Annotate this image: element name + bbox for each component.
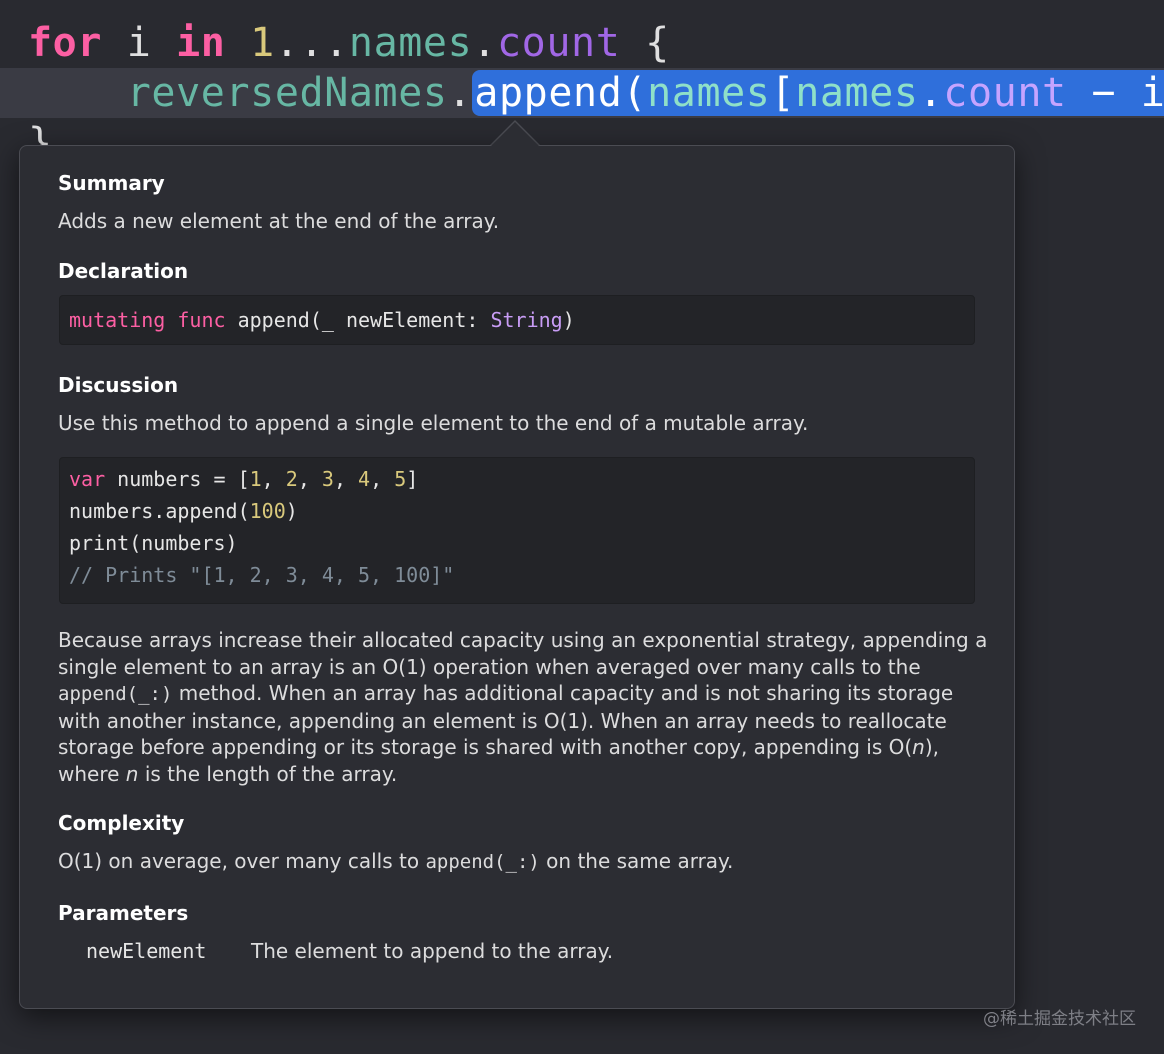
discussion-paragraph-2: Because arrays increase their allocated …: [58, 627, 988, 787]
complexity-heading: Complexity: [58, 811, 185, 835]
paragraph-text: method. When an array has additional cap…: [58, 681, 954, 759]
reversed-names-identifier: reversedNames: [126, 70, 448, 116]
example-text: ): [285, 499, 298, 523]
example-comment: // Prints "[1, 2, 3, 4, 5, 100]": [69, 563, 455, 587]
parameter-row: newElement The element to append to the a…: [86, 939, 613, 963]
example-line-2: numbers.append(100): [69, 495, 965, 527]
complexity-text: O(1) on average, over many calls to appe…: [58, 848, 988, 876]
complexity-text-a: O(1) on average, over many calls to: [58, 849, 426, 873]
names-identifier: names: [647, 70, 771, 116]
dot: .: [472, 20, 497, 66]
string-type: String: [490, 308, 563, 332]
example-line-3: print(numbers): [69, 531, 238, 555]
loop-variable: i: [102, 20, 177, 66]
names-identifier: names: [348, 20, 473, 66]
count-property: count: [943, 70, 1067, 116]
separator: ,: [370, 467, 395, 491]
italic-n: n: [912, 735, 925, 759]
number-literal: 1: [225, 20, 275, 66]
number-literal: 2: [285, 467, 298, 491]
quick-help-popover[interactable]: Summary Adds a new element at the end of…: [19, 145, 1015, 1009]
inline-code-append: append(_:): [425, 851, 540, 873]
dot: .: [918, 70, 944, 116]
bracket-open: [: [770, 70, 796, 116]
example-code-block[interactable]: var numbers = [1, 2, 3, 4, 5] numbers.app…: [59, 457, 975, 604]
separator: ,: [261, 467, 286, 491]
separator: ,: [297, 467, 322, 491]
example-text: numbers.append(: [69, 499, 250, 523]
code-line-1[interactable]: for i in 1...names.count {: [28, 18, 670, 68]
popover-arrow-fill: [491, 122, 539, 146]
declaration-heading: Declaration: [58, 259, 189, 283]
selected-append-call[interactable]: append(names[names.count − i]): [472, 70, 1164, 116]
paragraph-text: Because arrays increase their allocated …: [58, 628, 988, 679]
complexity-text-b: on the same array.: [539, 849, 734, 873]
discussion-heading: Discussion: [58, 373, 179, 397]
keyword-func: func: [177, 308, 226, 332]
bracket-close: ]: [406, 467, 419, 491]
range-operator: ...: [274, 20, 349, 66]
declaration-close: ): [562, 308, 575, 332]
paren-open: (: [622, 70, 648, 116]
declaration-code-block[interactable]: mutating func append(_ newElement: Strin…: [59, 295, 975, 345]
parameters-heading: Parameters: [58, 901, 189, 925]
italic-n: n: [125, 761, 139, 786]
summary-heading: Summary: [58, 171, 165, 195]
discussion-text: Use this method to append a single eleme…: [58, 411, 809, 435]
example-text: numbers = [: [105, 467, 250, 491]
dot: .: [447, 70, 473, 116]
keyword-mutating: mutating: [69, 308, 166, 332]
example-line-1: var numbers = [1, 2, 3, 4, 5]: [69, 463, 965, 495]
count-property: count: [497, 20, 621, 66]
number-literal: 1: [249, 467, 262, 491]
keyword-for: for: [28, 20, 103, 66]
minus-i: − i: [1066, 70, 1164, 116]
code-line-2[interactable]: reversedNames.append(names[names.count −…: [28, 68, 1164, 118]
paragraph-text: is the length of the array.: [138, 761, 398, 786]
keyword-in: in: [176, 20, 226, 66]
number-literal: 5: [394, 467, 407, 491]
inline-code-append: append(_:): [58, 683, 173, 705]
number-literal: 3: [321, 467, 334, 491]
summary-text: Adds a new element at the end of the arr…: [58, 209, 500, 233]
keyword-var: var: [69, 467, 106, 491]
number-literal: 100: [249, 499, 286, 523]
open-brace: {: [620, 20, 670, 66]
names-identifier: names: [795, 70, 919, 116]
number-literal: 4: [358, 467, 371, 491]
parameter-name: newElement: [86, 939, 207, 963]
watermark: @稀土掘金技术社区: [983, 1009, 1136, 1029]
append-method: append: [474, 70, 623, 116]
parameter-description: The element to append to the array.: [251, 939, 614, 963]
declaration-signature: append(_ newElement:: [225, 308, 491, 332]
separator: ,: [333, 467, 359, 491]
